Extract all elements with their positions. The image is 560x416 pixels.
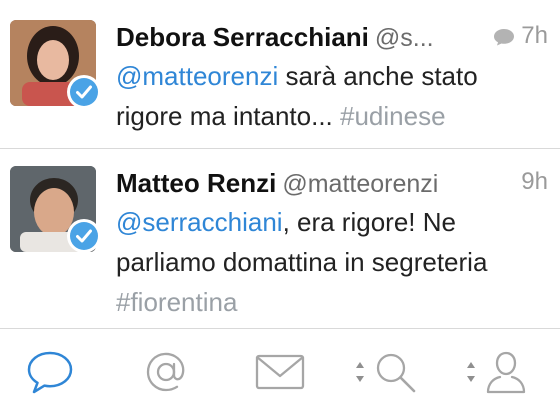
tweet-header: Matteo Renzi @matteorenzi 9h — [116, 168, 548, 204]
tweet-timestamp: 9h — [521, 168, 548, 196]
reply-bubble-icon — [494, 28, 515, 46]
tab-profile[interactable] — [456, 347, 536, 397]
envelope-icon — [255, 354, 305, 390]
mention-link[interactable]: @matteorenzi — [116, 61, 278, 91]
verified-badge-icon — [67, 75, 101, 109]
tweet-timestamp: 7h — [493, 22, 548, 50]
tab-messages[interactable] — [250, 347, 310, 397]
tab-search[interactable] — [346, 347, 426, 397]
verified-badge-icon — [67, 219, 101, 253]
hashtag-link[interactable]: #fiorentina — [116, 287, 237, 317]
tweet[interactable]: Debora Serracchiani @s... 7h @matteorenzi… — [0, 0, 560, 148]
tab-bar — [0, 329, 560, 416]
author-name[interactable]: Matteo Renzi — [116, 168, 276, 198]
speech-bubble-icon — [27, 351, 73, 394]
tweet[interactable]: Matteo Renzi @matteorenzi 9h @serracchian… — [0, 148, 560, 328]
tweet-text: @serracchiani, era rigore! Ne parliamo d… — [116, 202, 536, 322]
tweet-header: Debora Serracchiani @s... 7h — [116, 22, 548, 58]
tab-mentions[interactable] — [136, 347, 196, 397]
mention-link[interactable]: @serracchiani — [116, 207, 283, 237]
at-sign-icon — [146, 352, 185, 392]
swap-arrows-icon — [467, 362, 475, 382]
tweet-text: @matteorenzi sarà anche stato rigore ma … — [116, 56, 536, 136]
time-label: 9h — [521, 168, 548, 195]
author-handle[interactable]: @matteorenzi — [282, 170, 438, 198]
author-name[interactable]: Debora Serracchiani — [116, 22, 369, 52]
swap-arrows-icon — [356, 362, 364, 382]
author-handle[interactable]: @s... — [375, 24, 434, 52]
hashtag-link[interactable]: #udinese — [340, 101, 446, 131]
search-icon — [376, 353, 416, 393]
tab-timeline[interactable] — [20, 347, 80, 397]
person-icon — [486, 351, 526, 394]
time-label: 7h — [521, 22, 548, 49]
